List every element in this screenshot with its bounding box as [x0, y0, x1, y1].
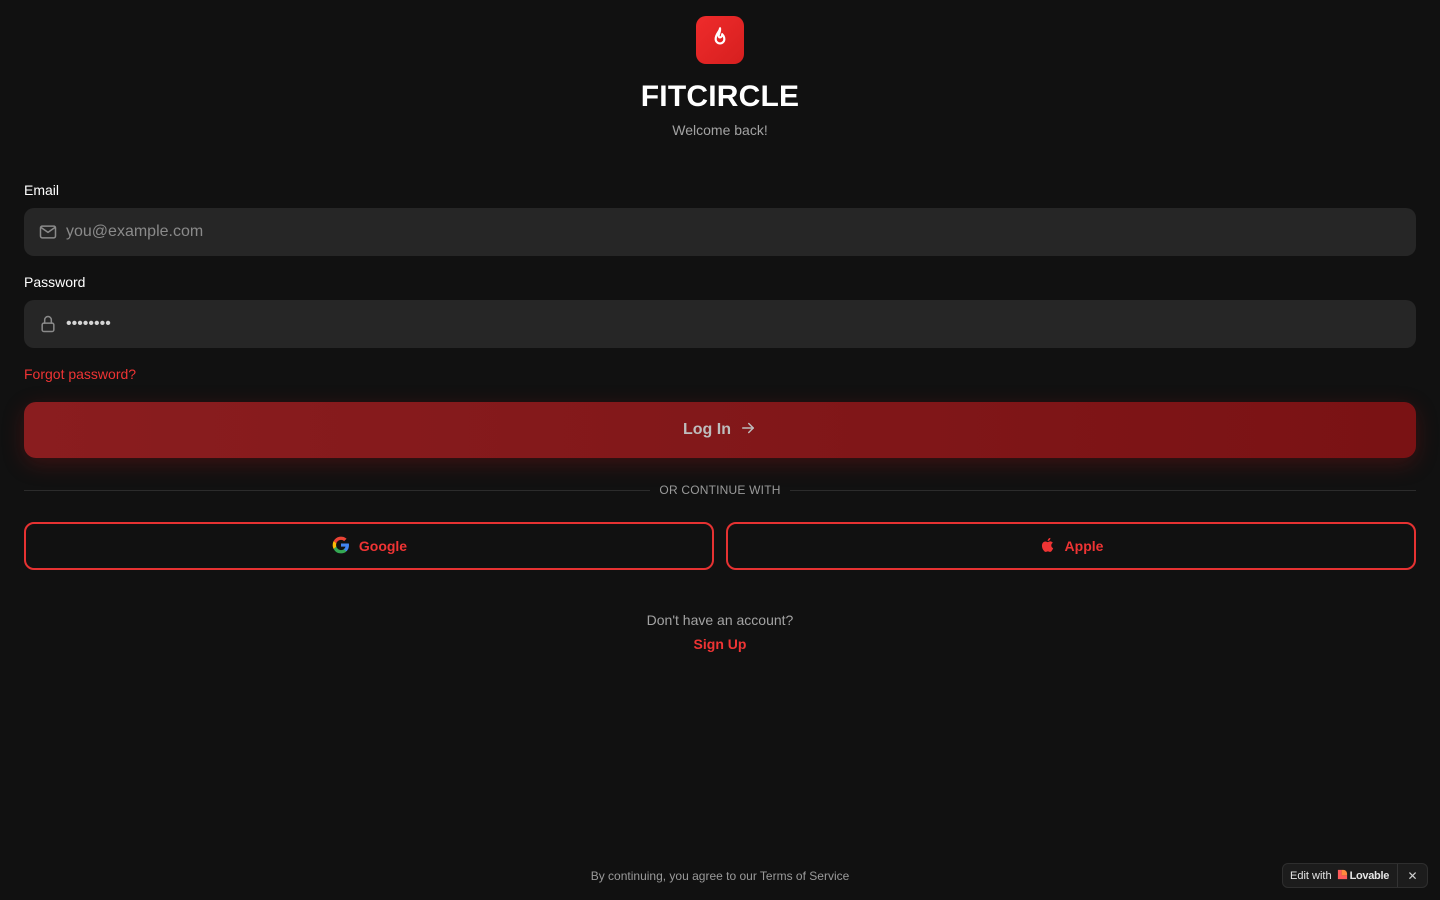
apple-login-button[interactable]: Apple: [726, 522, 1416, 570]
lovable-brand: Lovable: [1337, 869, 1389, 883]
edit-with-text: Edit with: [1290, 869, 1332, 882]
google-login-button[interactable]: Google: [24, 522, 714, 570]
lock-icon: [37, 313, 59, 335]
apple-icon: [1039, 536, 1057, 557]
close-badge-button[interactable]: ✕: [1398, 864, 1427, 887]
password-input[interactable]: [59, 300, 1416, 348]
password-field[interactable]: [24, 300, 1416, 348]
divider-text: OR CONTINUE WITH: [659, 483, 781, 497]
flame-icon: [707, 25, 733, 56]
email-field[interactable]: [24, 208, 1416, 256]
divider-line-left: [24, 489, 651, 491]
app-logo: [696, 16, 744, 64]
apple-button-label: Apple: [1064, 538, 1104, 554]
welcome-subtitle: Welcome back!: [672, 122, 768, 138]
password-label: Password: [24, 274, 86, 290]
email-input[interactable]: [59, 208, 1416, 256]
login-button-label: Log In: [683, 421, 731, 438]
divider-line-right: [789, 489, 1417, 491]
login-page: FITCIRCLE Welcome back! Email Password F…: [0, 0, 1440, 900]
lovable-heart-icon: [1337, 869, 1348, 883]
mail-icon: [37, 221, 59, 243]
google-icon: [331, 535, 351, 558]
lovable-brand-text: Lovable: [1349, 869, 1390, 882]
sign-up-link[interactable]: Sign Up: [660, 636, 780, 652]
login-button[interactable]: Log In: [24, 402, 1416, 458]
email-label: Email: [24, 182, 60, 198]
terms-text: By continuing, you agree to our Terms of…: [590, 869, 850, 883]
arrow-right-icon: [739, 419, 757, 442]
divider: OR CONTINUE WITH: [24, 480, 1417, 500]
no-account-text: Don't have an account?: [646, 612, 794, 628]
edit-with-lovable-link[interactable]: Edit with Lovable: [1283, 864, 1399, 887]
forgot-password-link[interactable]: Forgot password?: [24, 366, 136, 382]
google-button-label: Google: [358, 538, 408, 554]
lovable-badge: Edit with Lovable ✕: [1282, 863, 1428, 888]
app-title: FITCIRCLE: [640, 80, 800, 113]
